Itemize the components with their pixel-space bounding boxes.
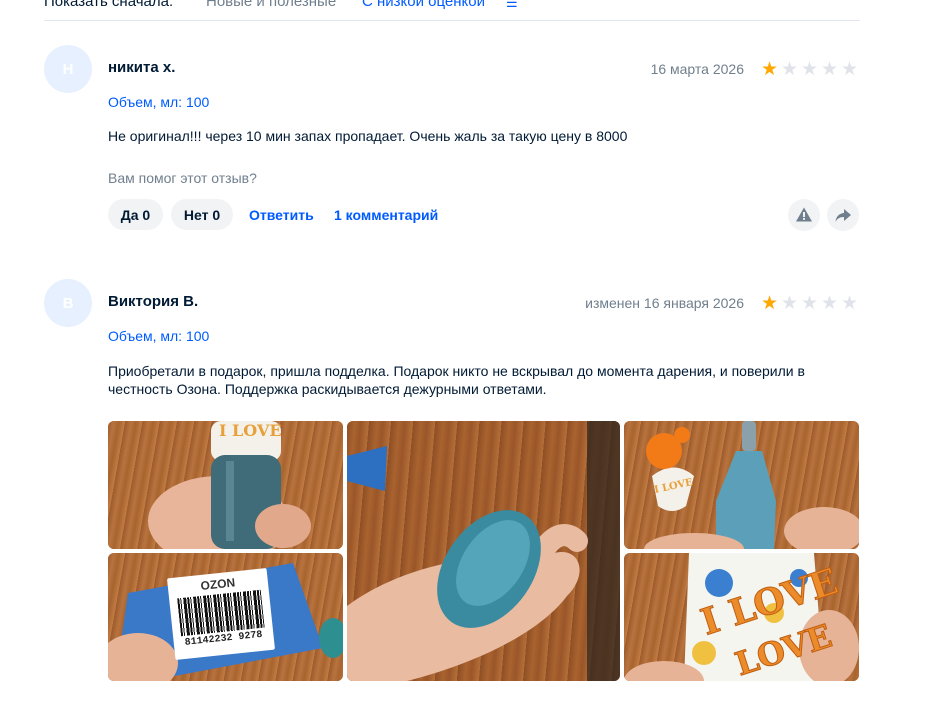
sort-lines-icon[interactable]: ☰ (506, 0, 518, 11)
share-arrow-icon (835, 209, 851, 222)
review-photo-bottle-and-cap[interactable]: I LOVE (624, 421, 859, 549)
star-icon: ★ (821, 293, 839, 314)
report-button[interactable] (788, 199, 820, 231)
sort-label: Показать сначала: (44, 0, 174, 10)
star-icon: ★ (821, 59, 839, 80)
review-photo-barcode[interactable]: OZON 81142232 9278 (108, 553, 343, 681)
sort-option-low-rating[interactable]: С низкой оценкой (362, 0, 485, 10)
warning-icon (796, 207, 812, 222)
star-icon: ★ (841, 293, 859, 314)
barcode-label: OZON 81142232 9278 (166, 567, 276, 661)
avatar: В (44, 279, 92, 327)
review-author: Виктория В. (108, 293, 199, 310)
review-date: изменен 16 января 2026 (585, 295, 744, 311)
share-button[interactable] (827, 199, 859, 231)
review-photo-cap-in-hand[interactable] (347, 421, 620, 681)
star-icon: ★ (781, 293, 799, 314)
rating-stars: ★ ★ ★ ★ ★ (761, 59, 859, 80)
helpful-prompt: Вам помог этот отзыв? (108, 170, 257, 186)
review-variant-volume[interactable]: Объем, мл: 100 (108, 94, 209, 110)
sort-option-new[interactable]: Новые и полезные (206, 0, 336, 10)
helpful-yes-button[interactable]: Да 0 (108, 199, 163, 230)
photo-content (347, 421, 620, 681)
star-icon: ★ (761, 59, 779, 80)
star-icon: ★ (761, 293, 779, 314)
rating-stars: ★ ★ ★ ★ ★ (761, 293, 859, 314)
photo-content (148, 421, 311, 549)
star-icon: ★ (801, 293, 819, 314)
review-photo-box-i-love[interactable]: I LOVE LOVE (624, 553, 859, 681)
review-author: никита х. (108, 59, 176, 76)
sort-bar: Показать сначала: Новые и полезные С низ… (44, 0, 860, 21)
star-icon: ★ (801, 59, 819, 80)
review-photo-bottle-top[interactable]: I LOVE (108, 421, 343, 549)
reply-link[interactable]: Ответить (249, 207, 314, 223)
avatar: Н (44, 45, 92, 93)
helpful-no-button[interactable]: Нет 0 (171, 199, 233, 230)
review-date: 16 марта 2026 (650, 61, 744, 77)
review-text: Не оригинал!!! через 10 мин запах пропад… (108, 128, 628, 144)
star-icon: ★ (841, 59, 859, 80)
star-icon: ★ (781, 59, 799, 80)
comments-link[interactable]: 1 комментарий (334, 207, 438, 223)
photo-label-text: I LOVE (219, 421, 282, 440)
barcode-graphic (177, 589, 265, 637)
review-text: Приобретали в подарок, пришла подделка. … (108, 363, 805, 397)
review-variant-volume[interactable]: Объем, мл: 100 (108, 328, 209, 344)
